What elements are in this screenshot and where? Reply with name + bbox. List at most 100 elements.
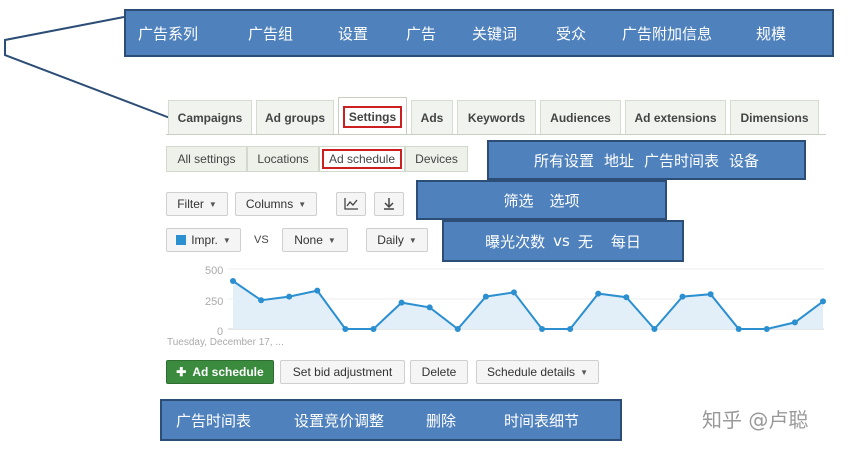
chart-point[interactable] xyxy=(567,326,574,332)
chart-point[interactable] xyxy=(454,326,461,332)
tabs-baseline xyxy=(166,134,826,135)
schedule-details-dropdown[interactable]: Schedule details ▼ xyxy=(476,360,599,384)
caret-down-icon: ▼ xyxy=(580,367,588,377)
y-tick-label: 500 xyxy=(205,265,224,277)
chart-point[interactable] xyxy=(791,319,798,326)
tab-campaigns[interactable]: Campaigns xyxy=(168,100,252,134)
chart-point[interactable] xyxy=(735,326,742,332)
subtab-all-settings[interactable]: All settings xyxy=(166,146,247,172)
tab-ad-groups[interactable]: Ad groups xyxy=(256,100,334,134)
caret-down-icon: ▼ xyxy=(222,235,231,245)
interval-label: Daily xyxy=(377,233,404,247)
callout-schedule-details: 时间表细节 xyxy=(504,411,580,430)
chart-point[interactable] xyxy=(286,293,293,300)
callout-subtab-all: 所有设置 xyxy=(533,151,594,170)
callout-ad-schedule: 广告时间表 xyxy=(176,411,252,430)
filter-dropdown[interactable]: Filter ▼ xyxy=(166,192,228,216)
callout-subtab-locations: 地址 xyxy=(603,151,634,170)
interval-dropdown[interactable]: Daily ▼ xyxy=(366,228,428,252)
tab-label: Keywords xyxy=(467,110,526,125)
tab-label: Dimensions xyxy=(740,110,809,125)
metric1-color-swatch xyxy=(176,235,187,245)
caret-down-icon: ▼ xyxy=(408,235,417,245)
plus-icon: ✚ xyxy=(176,365,187,379)
chart-point[interactable] xyxy=(763,326,770,332)
chart-toggle-button[interactable] xyxy=(336,192,366,216)
subtab-locations[interactable]: Locations xyxy=(247,146,319,172)
callout-tab-campaigns: 广告系列 xyxy=(138,24,199,43)
chart-point[interactable] xyxy=(510,289,517,296)
subtab-label: Devices xyxy=(415,152,458,166)
callout-tab-extensions: 广告附加信息 xyxy=(622,24,713,43)
columns-label: Columns xyxy=(245,197,294,211)
callout-tab-keywords: 关键词 xyxy=(472,24,518,43)
chart-start-date: Tuesday, December 17, ... xyxy=(167,337,284,348)
caret-down-icon: ▼ xyxy=(298,199,307,209)
callout-impressions: 曝光次数 xyxy=(485,232,546,251)
columns-dropdown[interactable]: Columns ▼ xyxy=(235,192,317,216)
tab-keywords[interactable]: Keywords xyxy=(457,100,536,134)
callout-tab-settings: 设置 xyxy=(338,24,369,43)
metric2-label: None xyxy=(294,233,323,247)
chart-point[interactable] xyxy=(314,287,321,294)
vs-label: VS xyxy=(254,234,269,246)
chart-point[interactable] xyxy=(820,298,826,305)
tab-ads[interactable]: Ads xyxy=(411,100,453,134)
tab-label: Campaigns xyxy=(177,110,243,125)
chart-point[interactable] xyxy=(482,293,489,300)
chart-point[interactable] xyxy=(426,304,433,311)
callout-tab-ads: 广告 xyxy=(406,24,437,43)
set-bid-adjustment-button[interactable]: Set bid adjustment xyxy=(280,360,405,384)
chart-point[interactable] xyxy=(230,278,236,284)
chart-point[interactable] xyxy=(258,297,265,304)
caret-down-icon: ▼ xyxy=(208,199,217,209)
caret-down-icon: ▼ xyxy=(327,235,336,245)
chart-point[interactable] xyxy=(623,294,630,301)
chart-point[interactable] xyxy=(398,299,405,306)
actions-translation-callout: 广告时间表 设置竞价调整 删除 时间表细节 xyxy=(160,399,622,441)
tab-label: Ad groups xyxy=(265,110,325,125)
tab-label: Ad extensions xyxy=(634,110,717,125)
line-chart-icon xyxy=(344,198,358,210)
metric2-dropdown[interactable]: None ▼ xyxy=(282,228,348,252)
chart-point[interactable] xyxy=(539,326,546,332)
download-button[interactable] xyxy=(374,192,404,216)
filter-translation-callout: 筛选 选项 xyxy=(416,180,667,220)
callout-tab-audiences: 受众 xyxy=(556,24,587,43)
chart-area-fill xyxy=(233,281,823,329)
chart-point[interactable] xyxy=(707,291,714,298)
subtab-devices[interactable]: Devices xyxy=(405,146,468,172)
schedule-details-label: Schedule details xyxy=(487,365,576,379)
filter-label: Filter xyxy=(177,197,204,211)
tab-ad-extensions[interactable]: Ad extensions xyxy=(625,100,726,134)
metrics-translation-callout: 曝光次数 vs 无 每日 xyxy=(442,220,684,262)
subtabs-translation-callout: 所有设置 地址 广告时间表 设备 xyxy=(487,140,806,180)
metric1-label: Impr. xyxy=(191,233,218,247)
chart-point[interactable] xyxy=(595,290,602,297)
callout-delete: 删除 xyxy=(426,411,457,430)
tab-audiences[interactable]: Audiences xyxy=(540,100,621,134)
callout-tab-dimensions: 规模 xyxy=(756,24,787,43)
subtab-label-highlighted: Ad schedule xyxy=(321,149,403,169)
chart-point[interactable] xyxy=(342,326,349,332)
tab-label: Audiences xyxy=(550,110,611,125)
tab-dimensions[interactable]: Dimensions xyxy=(730,100,819,134)
tab-label-highlighted: Settings xyxy=(342,105,403,128)
add-ad-schedule-button[interactable]: ✚ Ad schedule xyxy=(166,360,274,384)
watermark: 知乎 @卢聪 xyxy=(702,408,809,432)
subtab-ad-schedule[interactable]: Ad schedule xyxy=(319,146,405,172)
callout-subtab-devices: 设备 xyxy=(729,151,760,170)
chart-point[interactable] xyxy=(679,293,686,300)
callout-pointer-line xyxy=(4,16,171,119)
callout-filter: 筛选 xyxy=(503,191,534,210)
callout-vs: vs xyxy=(553,232,570,250)
chart-point[interactable] xyxy=(651,326,658,332)
tab-settings[interactable]: Settings xyxy=(338,97,407,135)
callout-set-bid: 设置竞价调整 xyxy=(294,411,385,430)
delete-button[interactable]: Delete xyxy=(410,360,468,384)
subtab-label: All settings xyxy=(177,152,236,166)
chart-point[interactable] xyxy=(370,326,377,332)
metric1-dropdown[interactable]: Impr. ▼ xyxy=(166,228,241,252)
callout-daily: 每日 xyxy=(610,232,641,251)
tab-label: Ads xyxy=(420,110,444,125)
